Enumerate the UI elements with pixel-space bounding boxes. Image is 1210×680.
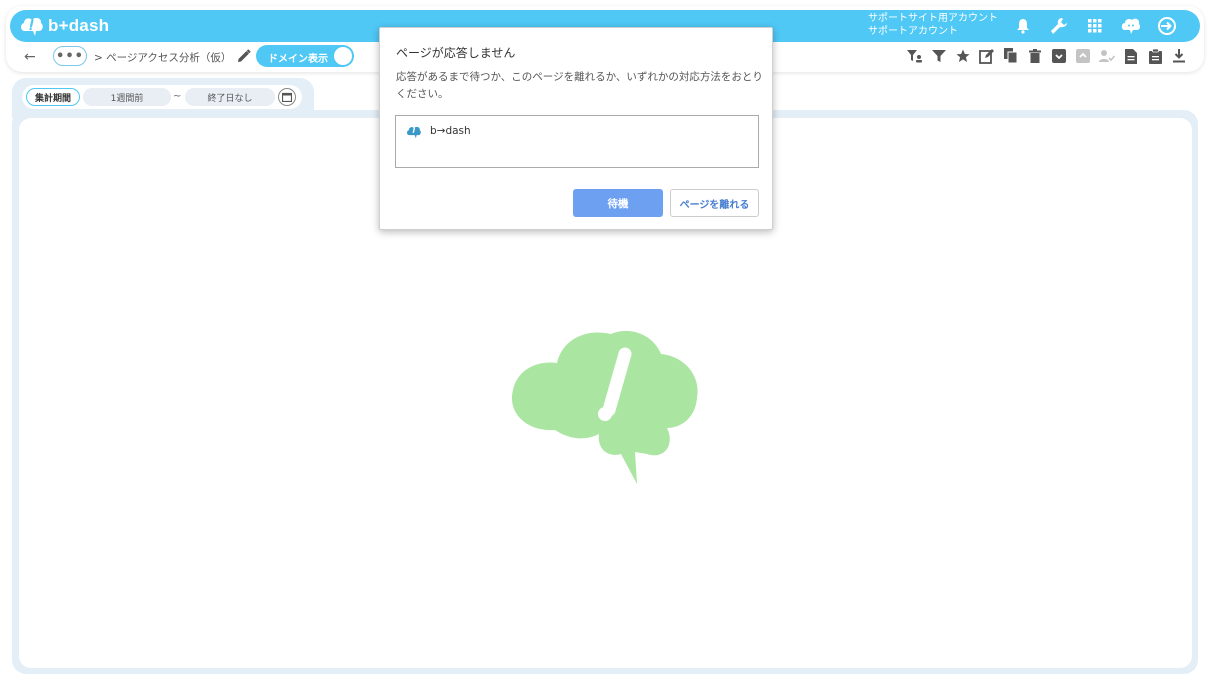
edit-note-icon[interactable] <box>975 47 999 65</box>
loading-cloud-icon <box>507 328 703 492</box>
logo[interactable]: b+dash <box>20 14 109 38</box>
dialog-message: 応答があるまで待つか、このページを離れるか、いずれかの対応方法をおとりください。 <box>396 71 763 100</box>
toggle-knob <box>333 46 353 66</box>
apps-grid-icon[interactable] <box>1077 14 1113 38</box>
period-label[interactable]: 集計期間 <box>26 88 80 106</box>
toolbar <box>903 47 1191 65</box>
wait-button[interactable]: 待機 <box>573 189 663 217</box>
account-support: サポートアカウント <box>868 26 958 37</box>
bdash-favicon-icon <box>406 124 422 143</box>
calendar-icon[interactable] <box>278 88 296 106</box>
chat-icon[interactable] <box>1113 14 1149 38</box>
archive-icon[interactable] <box>1047 47 1071 65</box>
domain-toggle-label: ドメイン表示 <box>268 54 328 65</box>
back-arrow-icon[interactable]: ← <box>24 49 36 65</box>
clipboard-icon[interactable] <box>1143 47 1167 65</box>
unresponsive-page-dialog: ページが応答しません 応答があるまで待つか、このページを離れるか、いずれかの対応… <box>379 27 773 230</box>
star-icon[interactable] <box>951 47 975 65</box>
breadcrumb: > ページアクセス分析（仮） <box>94 52 232 64</box>
leave-page-button[interactable]: ページを離れる <box>670 189 759 217</box>
logout-icon[interactable] <box>1149 14 1185 38</box>
header-icon-group <box>1005 14 1185 38</box>
end-date-field[interactable]: 終了日なし <box>185 88 275 106</box>
wrench-icon[interactable] <box>1041 14 1077 38</box>
filter-person-icon[interactable] <box>903 47 927 65</box>
copy-icon[interactable] <box>999 47 1023 65</box>
archive-disabled-icon <box>1071 47 1095 65</box>
start-date-field[interactable]: 1週間前 <box>83 88 171 106</box>
user-check-icon <box>1095 47 1119 65</box>
account-support-site: サポートサイト用アカウント <box>868 13 998 24</box>
document-icon[interactable] <box>1119 47 1143 65</box>
unresponsive-page-title: b→dash <box>430 125 471 137</box>
domain-toggle[interactable]: ドメイン表示 <box>256 45 354 67</box>
logo-text: b+dash <box>48 16 110 35</box>
bell-icon[interactable] <box>1005 14 1041 38</box>
date-range-separator: ~ <box>173 91 182 102</box>
unresponsive-page-list: b→dash <box>395 115 759 168</box>
filter-icon[interactable] <box>927 47 951 65</box>
logo-cloud-icon <box>21 17 43 36</box>
account-info[interactable]: サポートサイト用アカウント サポートアカウント <box>868 12 998 38</box>
pencil-icon[interactable] <box>237 48 251 67</box>
trash-icon[interactable] <box>1023 47 1047 65</box>
dialog-title: ページが応答しません <box>396 46 516 60</box>
more-button[interactable]: ••• <box>53 46 87 66</box>
download-icon[interactable] <box>1167 47 1191 65</box>
